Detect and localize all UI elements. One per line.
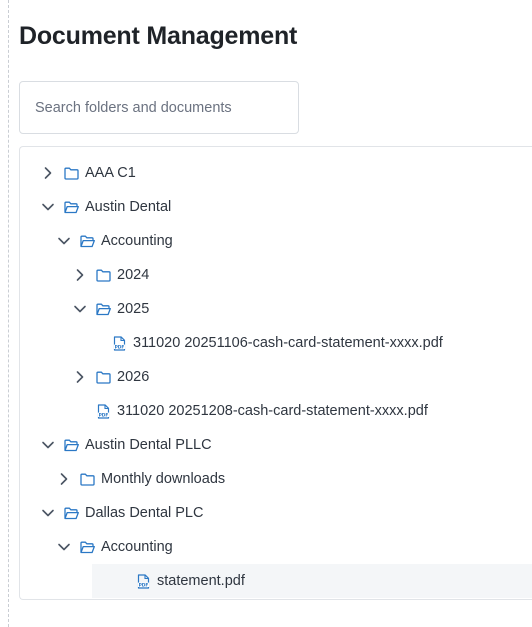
svg-text:PDF: PDF xyxy=(99,412,109,418)
tree-folder-row[interactable]: 2024 xyxy=(20,258,532,292)
tree-item-label: AAA C1 xyxy=(85,165,136,181)
tree-folder-row[interactable]: Monthly downloads xyxy=(20,462,532,496)
chevron-down-icon[interactable] xyxy=(40,437,56,453)
folder-icon xyxy=(96,370,111,385)
tree-item-label: 2026 xyxy=(117,369,150,385)
tree-file-row[interactable]: PDF 311020 20251106-cash-card-statement-x… xyxy=(20,326,532,360)
folder-open-icon xyxy=(80,234,95,249)
chevron-right-icon[interactable] xyxy=(72,267,88,283)
chevron-placeholder xyxy=(112,573,128,589)
tree-item-label: 311020 20251106-cash-card-statement-xxxx… xyxy=(133,335,443,351)
tree-item-label: Austin Dental xyxy=(85,199,172,215)
tree-item-label: Monthly downloads xyxy=(101,471,226,487)
tree-file-row[interactable]: PDF 311020 20251208-cash-card-statement-x… xyxy=(20,394,532,428)
chevron-down-icon[interactable] xyxy=(72,301,88,317)
tree-folder-row[interactable]: AAA C1 xyxy=(20,156,532,190)
search-input[interactable] xyxy=(19,81,299,134)
tree-item-label: Accounting xyxy=(101,233,173,249)
folder-icon xyxy=(64,166,79,181)
folder-open-icon xyxy=(64,438,79,453)
document-management-page: Document Management AAA C1Austin DentalA… xyxy=(0,0,532,627)
pdf-file-icon: PDF xyxy=(136,573,151,589)
tree-item-label: 311020 20251208-cash-card-statement-xxxx… xyxy=(117,403,428,419)
tree-folder-row[interactable]: Dallas Dental PLC xyxy=(20,496,532,530)
tree-item-label: 2025 xyxy=(117,301,150,317)
tree-item-label: Austin Dental PLLC xyxy=(85,437,212,453)
pdf-file-icon: PDF xyxy=(112,335,127,351)
chevron-right-icon[interactable] xyxy=(56,471,72,487)
tree-file-row[interactable]: PDF statement.pdf xyxy=(92,564,532,598)
tree-item-label: Dallas Dental PLC xyxy=(85,505,204,521)
chevron-down-icon[interactable] xyxy=(56,539,72,555)
tree-folder-row[interactable]: Austin Dental PLLC xyxy=(20,428,532,462)
chevron-down-icon[interactable] xyxy=(40,199,56,215)
tree-folder-row[interactable]: Accounting xyxy=(20,530,532,564)
folder-open-icon xyxy=(64,200,79,215)
chevron-placeholder xyxy=(72,403,88,419)
svg-text:PDF: PDF xyxy=(139,582,149,588)
tree-folder-row[interactable]: 2026 xyxy=(20,360,532,394)
folder-open-icon xyxy=(96,302,111,317)
pdf-file-icon: PDF xyxy=(96,403,111,419)
chevron-down-icon[interactable] xyxy=(40,505,56,521)
folder-tree: AAA C1 Austin Dental Accounting 2024 2025 PDF… xyxy=(19,146,532,600)
chevron-right-icon[interactable] xyxy=(40,165,56,181)
chevron-placeholder xyxy=(88,335,104,351)
folder-icon xyxy=(80,472,95,487)
folder-icon xyxy=(96,268,111,283)
svg-text:PDF: PDF xyxy=(115,344,125,350)
chevron-down-icon[interactable] xyxy=(56,233,72,249)
tree-folder-row[interactable]: Austin Dental xyxy=(20,190,532,224)
tree-item-label: 2024 xyxy=(117,267,150,283)
tree-item-label: statement.pdf xyxy=(157,573,245,589)
page-title: Document Management xyxy=(19,22,298,50)
tree-folder-row[interactable]: Accounting xyxy=(20,224,532,258)
folder-open-icon xyxy=(80,540,95,555)
tree-item-label: Accounting xyxy=(101,539,173,555)
chevron-right-icon[interactable] xyxy=(72,369,88,385)
folder-open-icon xyxy=(64,506,79,521)
left-divider xyxy=(8,0,9,627)
tree-folder-row[interactable]: 2025 xyxy=(20,292,532,326)
